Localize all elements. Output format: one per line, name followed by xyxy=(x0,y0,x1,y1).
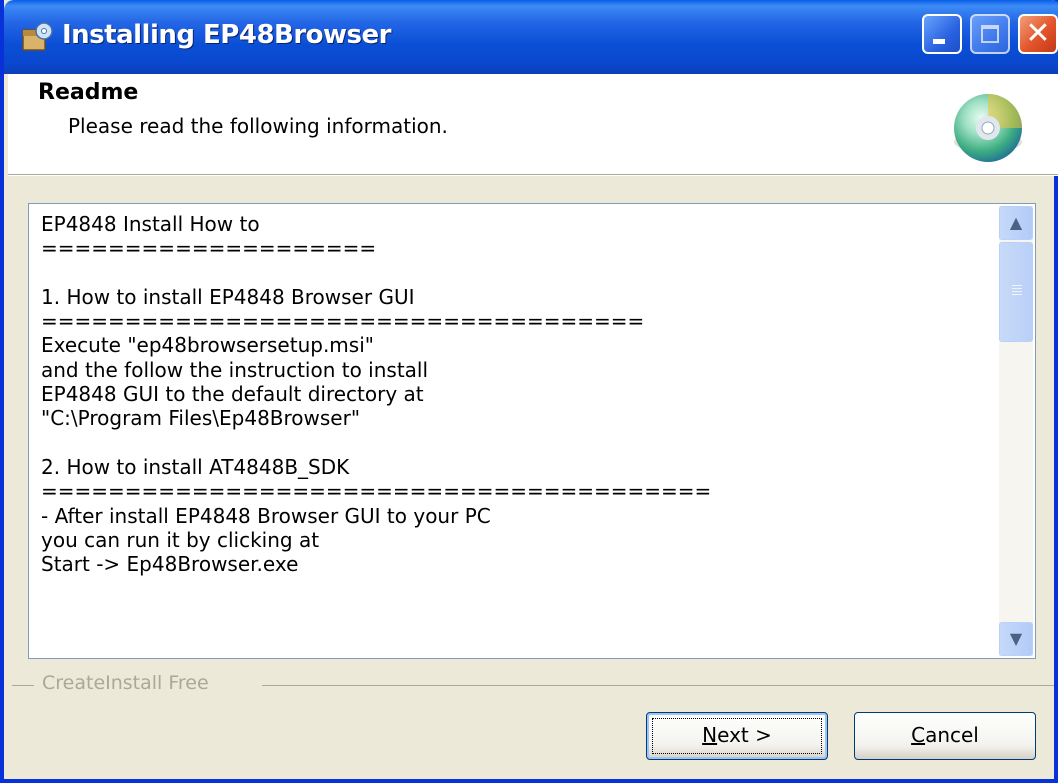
readme-line: ======================================== xyxy=(41,479,712,504)
scroll-up-button[interactable]: ▲ xyxy=(999,206,1033,240)
brand-label: CreateInstall Free xyxy=(42,672,209,694)
cancel-button[interactable]: Cancel xyxy=(854,712,1036,760)
readme-line: ==================================== xyxy=(41,309,645,334)
installer-icon xyxy=(22,22,53,51)
readme-line: ==================== xyxy=(41,236,377,261)
chevron-up-icon: ▲ xyxy=(1009,213,1023,232)
cancel-button-label: Cancel xyxy=(911,723,979,747)
maximize-icon xyxy=(981,25,999,43)
window-title: Installing EP48Browser xyxy=(62,20,392,50)
page-subtitle: Please read the following information. xyxy=(68,114,448,138)
close-button[interactable]: ✕ xyxy=(1018,14,1058,54)
readme-line xyxy=(41,431,985,455)
cancel-label-rest: ancel xyxy=(925,723,979,747)
minimize-icon xyxy=(933,39,945,44)
next-button[interactable]: Next > xyxy=(646,712,828,760)
readme-line: - After install EP4848 Browser GUI to yo… xyxy=(41,503,491,528)
minimize-button[interactable] xyxy=(922,14,962,54)
readme-line: you can run it by clicking at xyxy=(41,527,320,552)
scroll-down-button[interactable]: ▼ xyxy=(999,622,1033,656)
readme-textbox[interactable]: EP4848 Install How to ==================… xyxy=(28,203,1036,659)
vertical-scrollbar[interactable]: ▲ ▼ xyxy=(999,206,1033,656)
scroll-thumb[interactable] xyxy=(999,242,1033,342)
readme-line: EP4848 Install How to xyxy=(41,212,260,236)
brand-divider-left xyxy=(12,685,34,686)
header-divider xyxy=(8,175,1058,176)
next-mnemonic: N xyxy=(702,723,718,747)
close-icon: ✕ xyxy=(1025,16,1051,51)
readme-content[interactable]: EP4848 Install How to ==================… xyxy=(41,212,985,652)
readme-line: EP4848 GUI to the default directory at xyxy=(41,382,424,407)
maximize-button[interactable] xyxy=(970,14,1010,54)
installer-window: Installing EP48Browser ✕ Readme Please r… xyxy=(0,0,1058,783)
readme-line: Start -> Ep48Browser.exe xyxy=(41,552,299,577)
brand-divider-right xyxy=(262,685,1054,686)
readme-line: 1. How to install EP4848 Browser GUI xyxy=(41,284,415,309)
cd-disc-icon xyxy=(954,94,1022,162)
readme-line: "C:\Program Files\Ep48Browser" xyxy=(41,406,361,431)
cancel-mnemonic: C xyxy=(911,723,926,747)
readme-line: 2. How to install AT4848B_SDK xyxy=(41,454,350,479)
readme-line xyxy=(41,261,985,285)
readme-line: and the follow the instruction to instal… xyxy=(41,357,429,382)
readme-line: Execute "ep48browsersetup.msi" xyxy=(41,333,374,358)
chevron-down-icon: ▼ xyxy=(1009,629,1023,648)
page-title: Readme xyxy=(38,80,139,105)
header-panel: Readme Please read the following informa… xyxy=(8,74,1058,175)
next-label-rest: ext > xyxy=(717,723,772,747)
next-button-label: Next > xyxy=(702,723,772,747)
grip-icon xyxy=(1012,285,1022,297)
title-bar[interactable]: Installing EP48Browser ✕ xyxy=(4,0,1058,74)
